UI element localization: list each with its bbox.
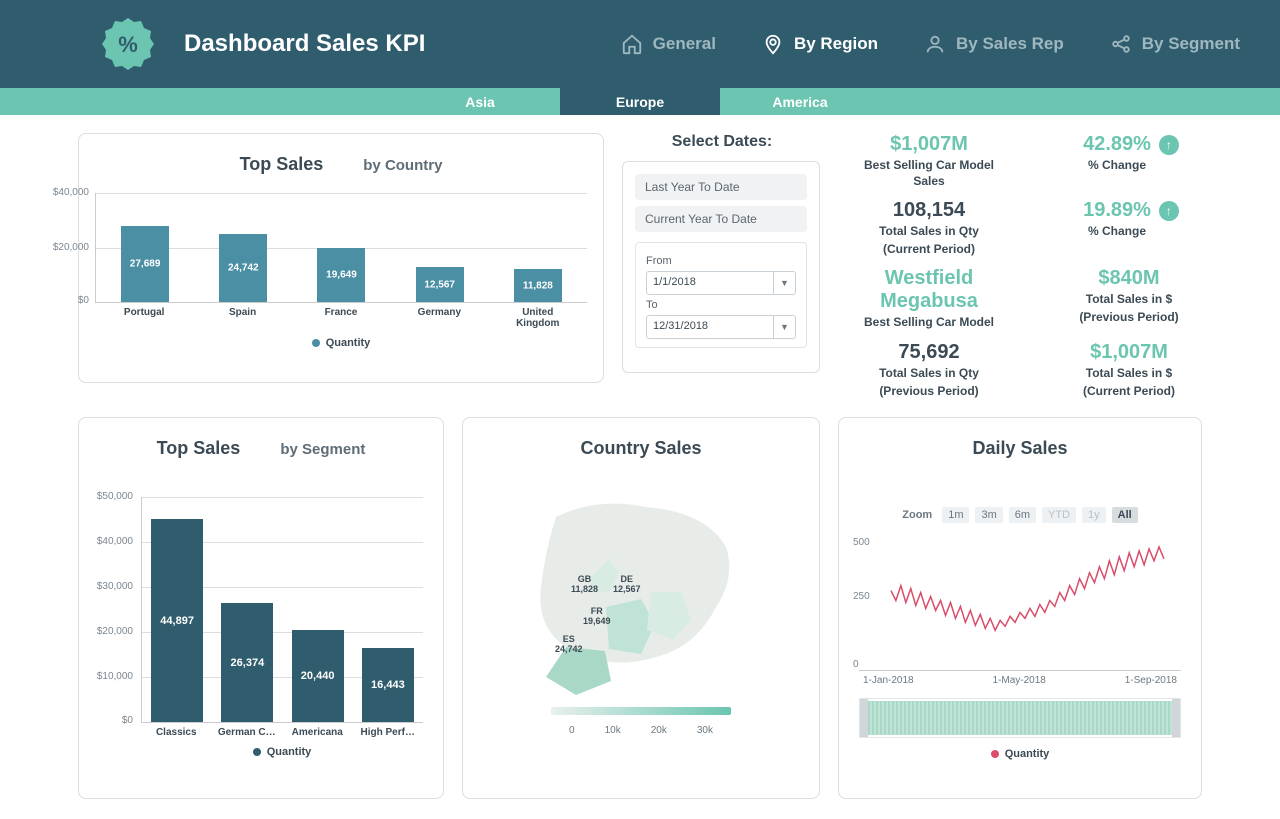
- quick-current-year[interactable]: Current Year To Date: [635, 206, 807, 232]
- arrow-up-icon: ↑: [1159, 135, 1179, 155]
- map-scale-bar: [551, 707, 731, 715]
- nav-by-segment[interactable]: By Segment: [1110, 33, 1240, 55]
- map-label-de: DE 12,567: [613, 575, 641, 595]
- kpi-dollars-curr: $1,007M: [1050, 341, 1208, 364]
- kpi-best-model-sales: $1,007M: [850, 133, 1008, 156]
- europe-map[interactable]: GB 11,828 DE 12,567 FR 19,649 ES 24,742: [463, 467, 819, 707]
- nav-by-sales-rep[interactable]: By Sales Rep: [924, 33, 1064, 55]
- tab-asia[interactable]: Asia: [400, 88, 560, 115]
- nav-label: General: [653, 34, 716, 54]
- share-icon: [1110, 33, 1132, 55]
- tab-europe[interactable]: Europe: [560, 88, 720, 115]
- topbar: % Dashboard Sales KPI General By Region …: [0, 0, 1280, 88]
- pin-icon: [762, 33, 784, 55]
- bar-high-perf[interactable]: 16,443: [362, 648, 414, 722]
- svg-text:%: %: [118, 32, 138, 57]
- chevron-down-icon[interactable]: ▼: [773, 316, 795, 338]
- region-tabs: Asia Europe America: [0, 88, 1280, 115]
- daily-chart[interactable]: 500 250 0 1-Jan-20181-May-20181-Sep-2018: [839, 531, 1201, 686]
- bar-germany[interactable]: 12,567: [416, 267, 464, 302]
- nav-general[interactable]: General: [621, 33, 716, 55]
- to-date-input[interactable]: 12/31/2018▼: [646, 315, 796, 339]
- zoom-controls: Zoom 1m 3m 6m YTD 1y All: [839, 467, 1201, 531]
- kpi-grid: $1,007MBest Selling Car Model Sales 42.8…: [850, 133, 1218, 399]
- zoom-6m[interactable]: 6m: [1009, 507, 1036, 523]
- zoom-1m[interactable]: 1m: [942, 507, 969, 523]
- bar-uk[interactable]: 11,828: [514, 269, 562, 302]
- bar-classics[interactable]: 44,897: [151, 519, 203, 722]
- card-country-sales-map: Country Sales GB 11,828 DE 12,567 FR 19,…: [462, 417, 820, 799]
- logo-badge: %: [100, 16, 156, 72]
- kpi-qty-current: 108,154: [850, 199, 1008, 222]
- chevron-down-icon[interactable]: ▼: [773, 272, 795, 294]
- range-handle-right[interactable]: [1172, 699, 1180, 737]
- home-icon: [621, 33, 643, 55]
- kpi-best-model: Westfield Megabusa: [850, 267, 1008, 313]
- legend-quantity: Quantity: [141, 746, 423, 758]
- bar-americana[interactable]: 20,440: [292, 630, 344, 722]
- nav-label: By Sales Rep: [956, 34, 1064, 54]
- to-label: To: [646, 299, 796, 311]
- chart-top-country: $40,000 $20,000 $0 27,689 24,742 19,649 …: [79, 183, 603, 355]
- kpi-dollars-prev: $840M: [1050, 267, 1208, 290]
- zoom-ytd[interactable]: YTD: [1042, 507, 1076, 523]
- dates-title: Select Dates:: [622, 133, 822, 151]
- map-label-gb: GB 11,828: [571, 575, 598, 595]
- card-daily-sales: Daily Sales Zoom 1m 3m 6m YTD 1y All 500…: [838, 417, 1202, 799]
- card-title: Top Sales: [240, 154, 324, 175]
- bar-france[interactable]: 19,649: [317, 248, 365, 302]
- map-scale-ticks: 010k20k30k: [463, 725, 819, 736]
- quick-last-year[interactable]: Last Year To Date: [635, 174, 807, 200]
- nav-by-region[interactable]: By Region: [762, 33, 878, 55]
- card-top-sales-country: Top Sales by Country $40,000 $20,000 $0 …: [78, 133, 604, 383]
- map-label-fr: FR 19,649: [583, 607, 611, 627]
- zoom-1y[interactable]: 1y: [1082, 507, 1106, 523]
- zoom-all[interactable]: All: [1112, 507, 1138, 523]
- nav-label: By Region: [794, 34, 878, 54]
- range-slider[interactable]: [859, 698, 1181, 738]
- tab-america[interactable]: America: [720, 88, 880, 115]
- map-label-es: ES 24,742: [555, 635, 583, 655]
- user-icon: [924, 33, 946, 55]
- card-top-sales-segment: Top Salesby Segment $50,000 $40,000 $30,…: [78, 417, 444, 799]
- legend-quantity: Quantity: [839, 748, 1201, 760]
- kpi-qty-prev: 75,692: [850, 341, 1008, 364]
- content: Top Sales by Country $40,000 $20,000 $0 …: [0, 115, 1280, 819]
- bar-spain[interactable]: 24,742: [219, 234, 267, 302]
- nav-label: By Segment: [1142, 34, 1240, 54]
- arrow-up-icon: ↑: [1159, 201, 1179, 221]
- chart-segment: $50,000 $40,000 $30,000 $20,000 $10,000 …: [79, 467, 443, 764]
- dates-panel: Select Dates: Last Year To Date Current …: [622, 133, 822, 399]
- range-handle-left[interactable]: [860, 699, 868, 737]
- from-label: From: [646, 255, 796, 267]
- zoom-3m[interactable]: 3m: [975, 507, 1002, 523]
- card-subtitle: by Country: [363, 157, 442, 174]
- top-nav: General By Region By Sales Rep By Segmen…: [621, 33, 1240, 55]
- bar-german[interactable]: 26,374: [221, 603, 273, 722]
- kpi-pct-change-1: 42.89%: [1083, 133, 1151, 156]
- page-title: Dashboard Sales KPI: [184, 30, 425, 58]
- kpi-pct-change-2: 19.89%: [1083, 199, 1151, 222]
- from-date-input[interactable]: 1/1/2018▼: [646, 271, 796, 295]
- bar-portugal[interactable]: 27,689: [121, 226, 169, 302]
- legend-quantity: Quantity: [95, 337, 587, 349]
